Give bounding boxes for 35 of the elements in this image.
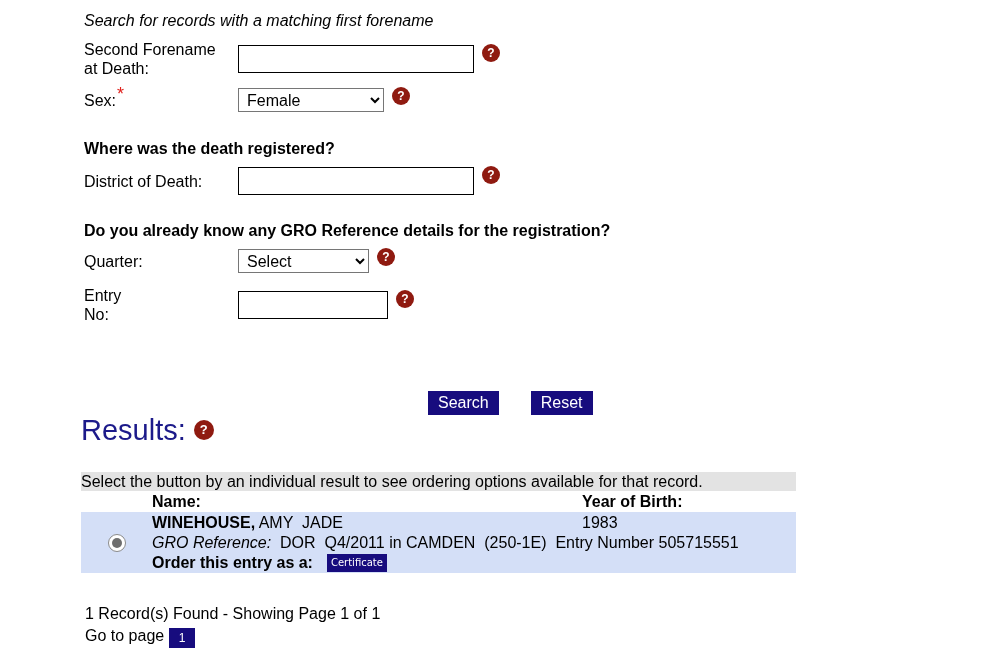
- dropdown-select[interactable]: Select: [238, 249, 369, 273]
- field-label: District of Death:: [84, 171, 204, 191]
- help-icon[interactable]: ?: [396, 290, 414, 308]
- results-heading: Results:: [81, 415, 186, 445]
- reference-text: GRO Reference: DOR Q4/2011 in CAMDEN (250-1E) Entry Number 505715551: [152, 533, 740, 553]
- page-label: Go to page: [85, 626, 165, 646]
- certificate-button[interactable]: Certificate: [326, 554, 387, 572]
- input-field[interactable]: [238, 45, 474, 73]
- name-text: WINEHOUSE, AMY JADE: [152, 513, 344, 533]
- help-icon[interactable]: ?: [482, 166, 500, 184]
- input-field[interactable]: [238, 167, 474, 195]
- reset-button[interactable]: Reset: [530, 391, 593, 415]
- dropdown-select[interactable]: Female: [238, 88, 384, 112]
- page-button[interactable]: 1: [169, 628, 196, 648]
- instruction-bar: Select the button by an individual result to see ordering options available for that record.: [81, 472, 796, 491]
- help-icon[interactable]: ?: [482, 44, 500, 62]
- radio-button[interactable]: [107, 534, 126, 552]
- field-label: Second Forename at Death:: [84, 40, 217, 78]
- search-hint: Search for records with a matching first forename: [84, 11, 435, 30]
- help-icon[interactable]: ?: [377, 248, 395, 266]
- year-text: 1983: [582, 513, 619, 533]
- help-icon[interactable]: ?: [392, 87, 410, 105]
- column-header: Name:: [152, 492, 202, 512]
- input-field[interactable]: [238, 291, 388, 319]
- summary-text: 1 Record(s) Found - Showing Page 1 of 1: [85, 604, 382, 624]
- column-header: Year of Birth:: [582, 492, 684, 512]
- field-label: Entry No:: [84, 286, 123, 324]
- field-label: Quarter:: [84, 251, 144, 271]
- required-asterisk: *: [117, 87, 125, 100]
- field-label: Sex:: [84, 90, 116, 110]
- section-heading: Do you already know any GRO Reference details for the registration?: [84, 221, 612, 240]
- help-icon[interactable]: ?: [193, 420, 214, 440]
- section-heading: Where was the death registered?: [84, 139, 336, 158]
- search-button[interactable]: Search: [428, 391, 499, 415]
- order-label: Order this entry as a:: [152, 553, 313, 573]
